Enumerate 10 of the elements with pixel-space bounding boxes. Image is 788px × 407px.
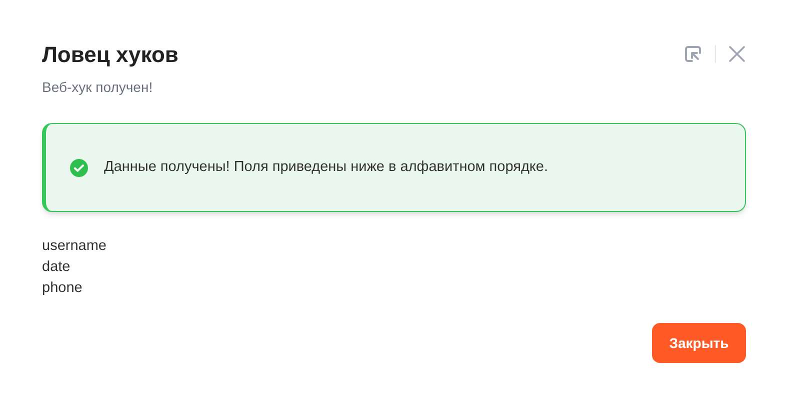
dialog-subtitle: Веб-хук получен! bbox=[42, 78, 154, 97]
field-name: phone bbox=[42, 279, 82, 298]
dialog-title: Ловец хуков bbox=[42, 41, 178, 69]
alert-message: Данные получены! Поля приведены ниже в алфавитном порядке. bbox=[104, 158, 548, 177]
close-button[interactable]: Закрыть bbox=[652, 323, 746, 363]
check-circle-icon bbox=[70, 158, 88, 176]
close-icon[interactable] bbox=[728, 45, 746, 63]
field-name: username bbox=[42, 237, 106, 256]
pop-out-icon[interactable] bbox=[683, 44, 703, 64]
field-name: date bbox=[42, 258, 70, 277]
